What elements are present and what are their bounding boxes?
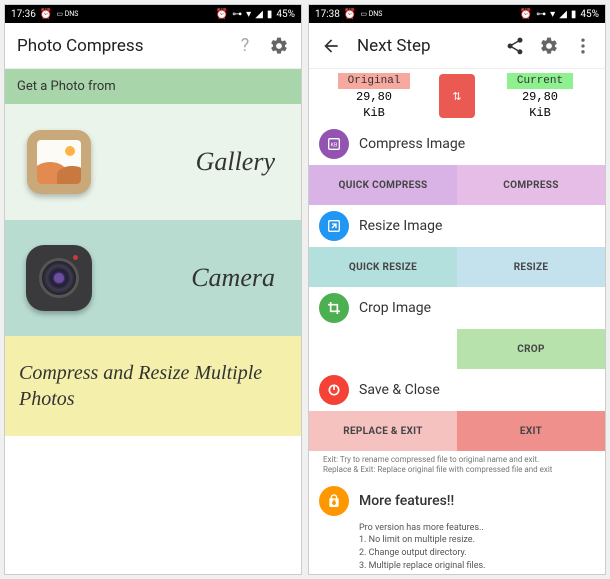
gear-icon[interactable] [269,36,289,56]
battery-icon: ▮ [571,9,577,20]
svg-text:KB: KB [331,143,338,149]
vpn-icon: ⊶ [232,9,242,20]
compress-button[interactable]: COMPRESS [457,165,605,205]
more-l1: 1. No limit on multiple resize. [359,534,605,547]
app-title: Next Step [357,36,491,56]
replace-exit-button[interactable]: REPLACE & EXIT [309,411,457,451]
section-header: Get a Photo from [5,69,301,104]
multi-label: Compress and Resize Multiple Photos [19,362,262,410]
dns-icon: ▭ DNS [56,10,78,18]
resize-button[interactable]: RESIZE [457,247,605,287]
note-replace: Replace & Exit: Replace original file wi… [323,465,591,475]
more-features-list: Pro version has more features.. 1. No li… [359,522,605,574]
status-time: 17:36 [11,9,36,20]
statusbar: 17:36 ⏰ ▭ DNS ⏰ ⊶ ▾ ◢ ▮ 45% [5,5,301,23]
gallery-label: Gallery [109,147,285,177]
resize-icon [319,211,349,241]
svg-text:$: $ [332,499,336,506]
more-title: More features!! [359,493,454,509]
gallery-icon [21,124,97,200]
more-l2: 2. Change output directory. [359,547,605,560]
wifi-icon: ▾ [550,9,555,20]
phone-right: 17:38 ⏰ ▭ DNS ⏰ ⊶ ▾ ◢ ▮ 45% Next Step [308,4,606,575]
appbar: Photo Compress ? [5,23,301,69]
battery-pct: 45% [276,9,295,20]
statusbar: 17:38 ⏰ ▭ DNS ⏰ ⊶ ▾ ◢ ▮ 45% [309,5,605,23]
save-title: Save & Close [359,382,440,398]
vpn-icon: ⊶ [536,9,546,20]
overflow-icon[interactable] [573,36,593,56]
current-tag: Current [507,73,573,89]
preview-thumb[interactable]: ⇅ [439,74,475,118]
alarm-icon: ⏰ [344,9,356,20]
original-tag: Original [338,73,411,89]
multi-option[interactable]: Compress and Resize Multiple Photos [5,336,301,436]
resize-header: Resize Image [309,205,605,247]
camera-icon [21,240,97,316]
original-unit: KiB [363,106,385,120]
camera-label: Camera [109,263,285,293]
original-stat: Original 29,80 KiB [309,71,439,121]
crop-header: Crop Image [309,287,605,329]
empty-space [5,436,301,574]
signal-icon: ◢ [559,9,567,20]
save-header: Save & Close [309,369,605,411]
more-sub: Pro version has more features.. [359,522,605,535]
crop-title: Crop Image [359,300,431,316]
current-value: 29,80 [522,90,558,104]
appbar: Next Step [309,23,605,69]
current-unit: KiB [529,106,551,120]
original-value: 29,80 [356,90,392,104]
more-l3: 3. Multiple replace original files. [359,560,605,573]
footnote: Exit: Try to rename compressed file to o… [309,451,605,480]
help-icon[interactable]: ? [235,36,255,56]
more-icon: $ [319,486,349,516]
gallery-option[interactable]: Gallery [5,104,301,220]
app-title: Photo Compress [17,36,221,56]
resize-title: Resize Image [359,218,442,234]
note-exit: Exit: Try to rename compressed file to o… [323,455,591,465]
battery-icon: ▮ [267,9,273,20]
more-header[interactable]: $ More features!! [309,480,605,522]
stats-row: Original 29,80 KiB ⇅ Current 29,80 KiB [309,69,605,123]
status-time: 17:38 [315,9,340,20]
gear-icon[interactable] [539,36,559,56]
quick-compress-button[interactable]: QUICK COMPRESS [309,165,457,205]
exit-button[interactable]: EXIT [457,411,605,451]
current-stat: Current 29,80 KiB [475,71,605,121]
alarm-icon: ⏰ [216,9,228,20]
alarm-icon: ⏰ [40,9,52,20]
quick-resize-button[interactable]: QUICK RESIZE [309,247,457,287]
alarm-icon: ⏰ [520,9,532,20]
dns-icon: ▭ DNS [360,10,382,18]
crop-icon [319,293,349,323]
battery-pct: 45% [580,9,599,20]
phone-left: 17:36 ⏰ ▭ DNS ⏰ ⊶ ▾ ◢ ▮ 45% Photo Compre… [4,4,302,575]
compress-title: Compress Image [359,136,465,152]
crop-button[interactable]: CROP [457,329,605,369]
share-icon[interactable] [505,36,525,56]
compress-header: KB Compress Image [309,123,605,165]
compress-icon: KB [319,129,349,159]
wifi-icon: ▾ [246,9,251,20]
back-button[interactable] [321,36,341,56]
camera-option[interactable]: Camera [5,220,301,336]
power-icon [319,375,349,405]
signal-icon: ◢ [255,9,263,20]
